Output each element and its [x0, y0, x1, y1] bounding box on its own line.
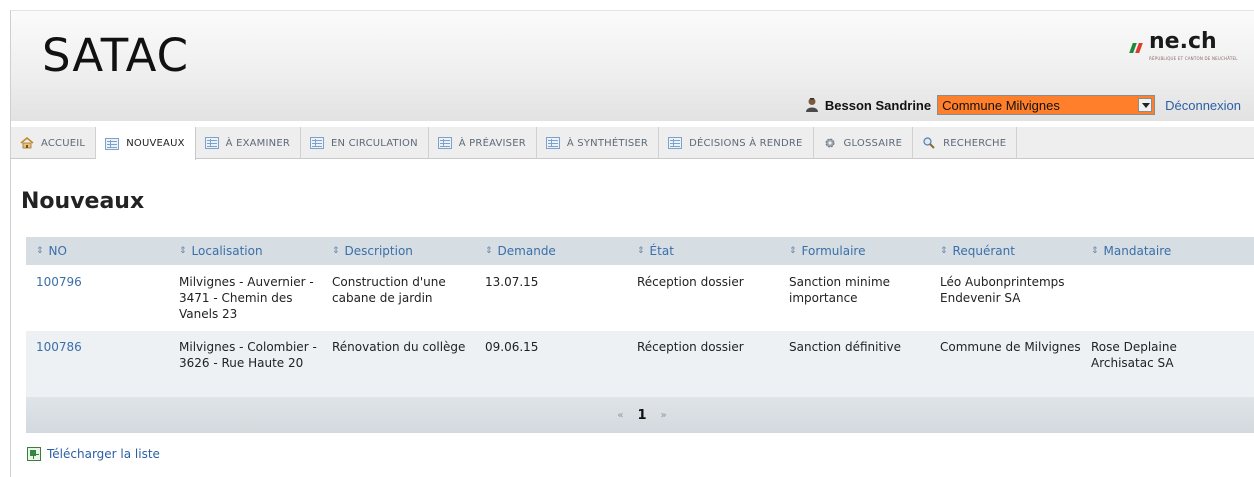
- pagination: « 1 »: [26, 397, 1254, 433]
- tab-label: GLOSSAIRE: [843, 137, 903, 149]
- tab-a-preaviser[interactable]: À PRÉAVISER: [429, 127, 537, 159]
- logout-link[interactable]: Déconnexion: [1165, 98, 1241, 113]
- grid-icon: [545, 137, 560, 149]
- download-list-link[interactable]: Télécharger la liste: [27, 447, 160, 461]
- table-header: ⇕ NO ⇕ Localisation ⇕ Description ⇕ Demande …: [26, 237, 1254, 265]
- tab-decisions-a-rendre[interactable]: DÉCISIONS À RENDRE: [659, 127, 814, 159]
- sort-icon: ⇕: [36, 246, 44, 256]
- brand-name: ne.ch: [1149, 29, 1217, 54]
- user-name: Besson Sandrine: [824, 97, 932, 113]
- user-area: Besson Sandrine Commune Milvignes Déconn…: [805, 95, 1241, 115]
- dossier-number-link[interactable]: 100786: [26, 339, 179, 397]
- column-header-demande[interactable]: ⇕ Demande: [485, 244, 637, 258]
- grid-icon: [105, 137, 120, 150]
- cell-requerant: Léo Aubonprintemps Endevenir SA: [940, 275, 1065, 305]
- cell-localisation: Milvignes - Colombier - 3626 - Rue Haute…: [179, 340, 317, 370]
- column-header-mandataire[interactable]: ⇕ Mandataire: [1091, 244, 1241, 258]
- sort-icon: ⇕: [940, 246, 948, 256]
- cell-formulaire: Sanction minime importance: [789, 275, 891, 305]
- home-icon: [20, 137, 34, 149]
- column-header-no[interactable]: ⇕ NO: [26, 244, 179, 258]
- tab-accueil[interactable]: ACCUEIL: [11, 127, 97, 159]
- excel-icon: [27, 447, 41, 461]
- search-icon: [922, 137, 936, 149]
- canton-flag-icon: [1129, 37, 1147, 53]
- tab-a-synthetiser[interactable]: À SYNTHÉTISER: [537, 127, 660, 159]
- cell-description: Rénovation du collège: [332, 340, 466, 354]
- tab-label: À PRÉAVISER: [458, 137, 526, 149]
- page-title: Nouveaux: [21, 189, 145, 214]
- tab-en-circulation[interactable]: EN CIRCULATION: [301, 127, 429, 159]
- column-header-formulaire[interactable]: ⇕ Formulaire: [789, 244, 940, 258]
- cell-formulaire: Sanction définitive: [789, 340, 901, 354]
- commune-select[interactable]: Commune Milvignes: [937, 95, 1156, 115]
- cell-requerant: Commune de Milvignes: [940, 340, 1081, 354]
- grid-icon: [437, 137, 452, 149]
- commune-select-value: Commune Milvignes: [942, 97, 1060, 113]
- sort-icon: ⇕: [637, 246, 645, 256]
- column-header-requerant[interactable]: ⇕ Requérant: [940, 244, 1091, 258]
- cell-etat: Réception dossier: [637, 275, 744, 289]
- app-frame: SATAC ne.ch RÉPUBLIQUE ET CANTON DE NEUC…: [10, 10, 1254, 477]
- tab-recherche[interactable]: RECHERCHE: [913, 127, 1018, 159]
- pagination-next[interactable]: »: [661, 410, 667, 421]
- sort-icon: ⇕: [332, 246, 340, 256]
- pagination-current-page[interactable]: 1: [637, 408, 646, 423]
- tab-label: EN CIRCULATION: [331, 137, 418, 149]
- download-list-label: Télécharger la liste: [47, 447, 160, 461]
- tab-label: NOUVEAUX: [126, 138, 185, 149]
- column-header-localisation[interactable]: ⇕ Localisation: [179, 244, 332, 258]
- tab-nouveaux[interactable]: NOUVEAUX: [96, 127, 196, 160]
- sort-icon: ⇕: [789, 246, 797, 256]
- cell-mandataire: [1091, 274, 1241, 331]
- brand-subtitle: RÉPUBLIQUE ET CANTON DE NEUCHÂTEL: [1149, 56, 1238, 61]
- dossier-number-link[interactable]: 100796: [26, 274, 179, 331]
- sort-icon: ⇕: [179, 246, 187, 256]
- gear-icon: [823, 137, 837, 149]
- tab-label: À SYNTHÉTISER: [566, 137, 649, 149]
- tab-label: DÉCISIONS À RENDRE: [689, 137, 803, 149]
- column-header-description[interactable]: ⇕ Description: [332, 244, 485, 258]
- chevron-down-icon[interactable]: [1138, 98, 1153, 112]
- cell-description: Construction d'une cabane de jardin: [332, 275, 446, 305]
- tab-label: ACCUEIL: [41, 137, 86, 149]
- main-nav-tabs: ACCUEIL NOUVEAUX À EXAMINER EN CIRCULATI…: [11, 127, 1254, 160]
- cell-localisation: Milvignes - Auvernier - 3471 - Chemin de…: [179, 275, 314, 321]
- cell-mandataire: Rose Deplaine Archisatac SA: [1091, 340, 1177, 370]
- sort-icon: ⇕: [1091, 246, 1099, 256]
- tab-glossaire[interactable]: GLOSSAIRE: [814, 127, 914, 159]
- tab-a-examiner[interactable]: À EXAMINER: [196, 127, 302, 159]
- sort-icon: ⇕: [485, 246, 493, 256]
- user-icon: [805, 97, 819, 113]
- header: SATAC ne.ch RÉPUBLIQUE ET CANTON DE NEUC…: [11, 11, 1254, 121]
- cell-demande: 13.07.15: [485, 275, 539, 289]
- column-header-etat[interactable]: ⇕ État: [637, 244, 789, 258]
- app-logo[interactable]: SATAC: [42, 29, 189, 82]
- tab-label: RECHERCHE: [943, 137, 1007, 149]
- grid-icon: [668, 137, 683, 149]
- cell-demande: 09.06.15: [485, 340, 539, 354]
- dossiers-table: ⇕ NO ⇕ Localisation ⇕ Description ⇕ Demande …: [26, 237, 1254, 433]
- table-row[interactable]: 100786 Milvignes - Colombier - 3626 - Ru…: [26, 331, 1254, 397]
- pagination-prev[interactable]: «: [617, 410, 623, 421]
- canton-logo[interactable]: ne.ch RÉPUBLIQUE ET CANTON DE NEUCHÂTEL: [1129, 29, 1239, 73]
- tab-label: À EXAMINER: [225, 137, 291, 149]
- grid-icon: [310, 137, 325, 149]
- grid-icon: [204, 137, 219, 149]
- cell-etat: Réception dossier: [637, 340, 744, 354]
- table-row[interactable]: 100796 Milvignes - Auvernier - 3471 - Ch…: [26, 265, 1254, 331]
